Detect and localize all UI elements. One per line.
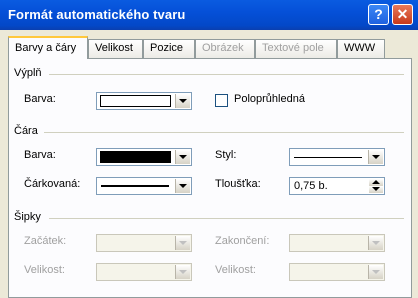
close-icon: ✕	[396, 6, 409, 22]
spin-up-icon[interactable]	[369, 179, 383, 186]
begin-style-label: Začátek:	[24, 235, 67, 247]
fill-section-label: Výplň	[14, 67, 42, 79]
tab-panel: Výplň Barva: Poloprůhledná Čára Barva: S…	[8, 58, 412, 298]
chevron-down-icon[interactable]	[175, 179, 190, 193]
tab-web[interactable]: WWW	[337, 39, 385, 58]
chevron-down-icon[interactable]	[175, 94, 190, 108]
tab-colors-lines[interactable]: Barvy a čáry	[8, 36, 88, 59]
chevron-down-icon	[368, 265, 383, 279]
line-color-swatch	[100, 151, 171, 163]
chevron-down-icon[interactable]	[175, 150, 190, 164]
chevron-down-icon	[175, 265, 190, 279]
line-weight-value: 0,75 b.	[294, 180, 328, 192]
begin-style-dropdown	[96, 234, 192, 252]
fill-color-dropdown[interactable]	[96, 92, 192, 110]
end-size-dropdown	[289, 263, 385, 281]
tab-label: Textové pole	[262, 42, 324, 54]
line-style-preview	[294, 157, 362, 158]
line-separator	[44, 132, 404, 133]
semitransparent-label: Poloprůhledná	[234, 93, 305, 105]
chevron-down-icon[interactable]	[368, 150, 383, 164]
begin-size-label: Velikost:	[24, 264, 65, 276]
line-color-dropdown[interactable]	[96, 148, 192, 166]
tab-text-box: Textové pole	[255, 39, 337, 58]
dialog-client: Barvy a čáry Velikost Pozice Obrázek Tex…	[0, 30, 418, 298]
line-color-label: Barva:	[24, 149, 56, 161]
arrows-section-label: Šipky	[14, 211, 41, 223]
close-button[interactable]: ✕	[392, 4, 413, 25]
tab-label: Velikost	[95, 42, 133, 54]
tab-label: Obrázek	[202, 42, 244, 54]
end-style-label: Zakončení:	[215, 235, 270, 247]
dashed-dropdown[interactable]	[96, 177, 192, 195]
tab-size[interactable]: Velikost	[88, 39, 143, 58]
help-icon: ?	[374, 6, 383, 22]
end-style-dropdown	[289, 234, 385, 252]
tab-label: Pozice	[150, 42, 184, 54]
spin-down-icon[interactable]	[369, 186, 383, 193]
help-button[interactable]: ?	[368, 4, 389, 25]
tab-label: Barvy a čáry	[15, 42, 77, 54]
dash-style-preview	[101, 185, 169, 187]
fill-color-label: Barva:	[24, 93, 56, 105]
dashed-label: Čárkovaná:	[24, 178, 81, 190]
begin-size-dropdown	[96, 263, 192, 281]
fill-separator	[49, 74, 404, 75]
window-title: Formát automatického tvaru	[8, 7, 186, 22]
fill-color-swatch	[100, 95, 171, 107]
line-style-dropdown[interactable]	[289, 148, 385, 166]
semitransparent-checkbox[interactable]	[215, 94, 228, 107]
chevron-down-icon	[368, 236, 383, 250]
line-section-label: Čára	[14, 125, 38, 137]
line-weight-spinner[interactable]: 0,75 b.	[289, 177, 385, 195]
tab-label: WWW	[344, 42, 376, 54]
title-bar[interactable]: Formát automatického tvaru ? ✕	[0, 0, 418, 30]
chevron-down-icon	[175, 236, 190, 250]
arrows-separator	[49, 218, 404, 219]
tab-position[interactable]: Pozice	[143, 39, 195, 58]
end-size-label: Velikost:	[215, 264, 256, 276]
tab-picture: Obrázek	[195, 39, 255, 58]
line-weight-label: Tloušťka:	[215, 178, 261, 190]
line-style-label: Styl:	[215, 149, 237, 161]
